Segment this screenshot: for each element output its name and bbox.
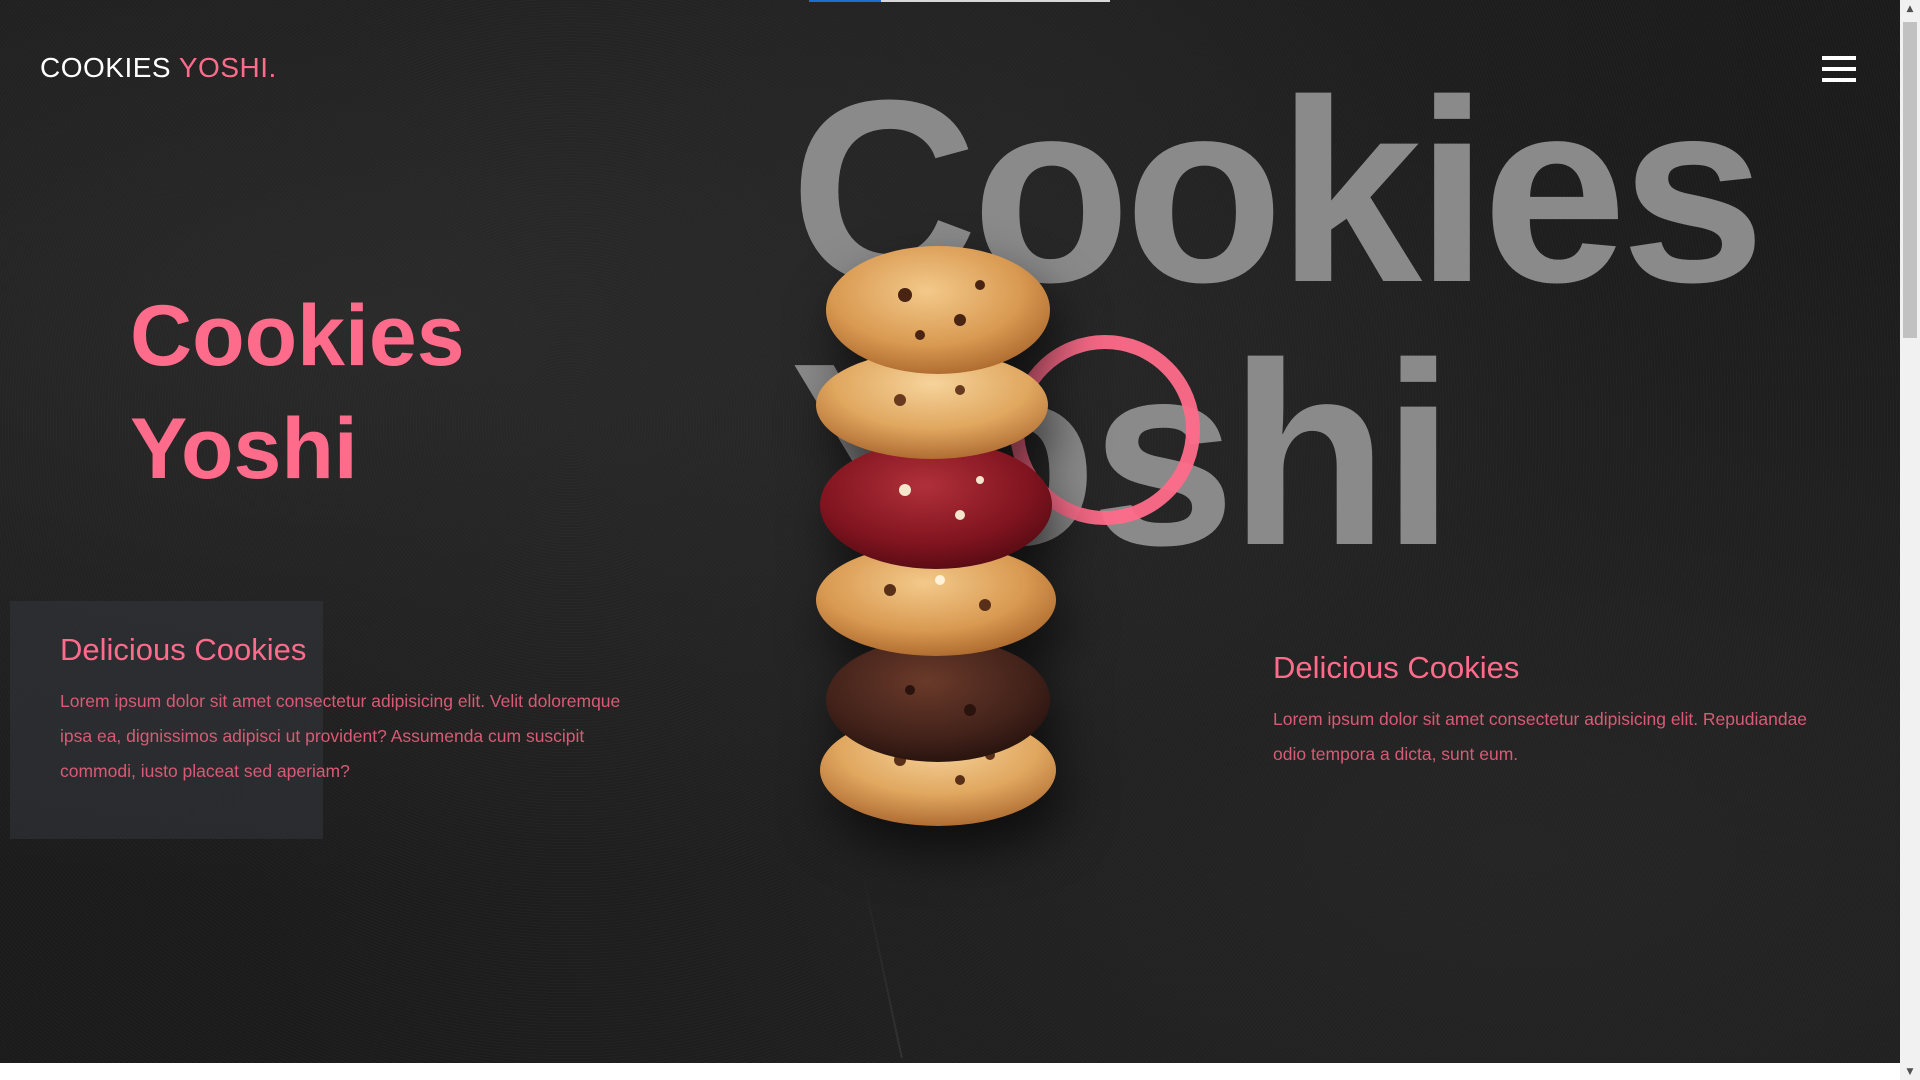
cookie-stack-image — [816, 246, 1056, 826]
bottom-page-strip — [0, 1063, 1900, 1080]
vertical-scrollbar[interactable]: ▲ ▼ — [1900, 0, 1920, 1080]
cookie-red-velvet — [820, 441, 1052, 569]
cookie-top — [826, 246, 1050, 374]
scroll-down-arrow-icon[interactable]: ▼ — [1900, 1063, 1920, 1080]
brand-main-text: COOKIES — [40, 52, 172, 83]
top-progress-fill — [809, 0, 882, 2]
brand-accent-text: YOSHI. — [178, 52, 277, 83]
right-info-body: Lorem ipsum dolor sit amet consectetur a… — [1273, 709, 1808, 764]
scrollbar-thumb[interactable] — [1903, 22, 1917, 338]
left-info-heading: Delicious Cookies — [60, 632, 307, 667]
hero-title: Cookies Yoshi — [130, 280, 465, 506]
top-progress-bar — [809, 0, 1110, 2]
background-texture-crack — [859, 861, 903, 1059]
brand-logo[interactable]: COOKIES YOSHI. — [40, 52, 277, 84]
cookie-chocolate — [826, 638, 1050, 762]
hamburger-menu-icon[interactable] — [1822, 56, 1858, 82]
right-info-block: Delicious Cookies Lorem ipsum dolor sit … — [1273, 650, 1843, 772]
hero-section: COOKIES YOSHI. Cookies Yoshi Cookies Yos… — [0, 0, 1900, 1063]
left-info-body: Lorem ipsum dolor sit amet consectetur a… — [60, 691, 621, 781]
hero-title-line-1: Cookies — [130, 288, 465, 384]
right-info-heading: Delicious Cookies — [1273, 650, 1520, 685]
hero-title-line-2: Yoshi — [130, 401, 358, 497]
left-info-block: Delicious Cookies Lorem ipsum dolor sit … — [60, 632, 640, 789]
scroll-up-arrow-icon[interactable]: ▲ — [1900, 0, 1920, 17]
